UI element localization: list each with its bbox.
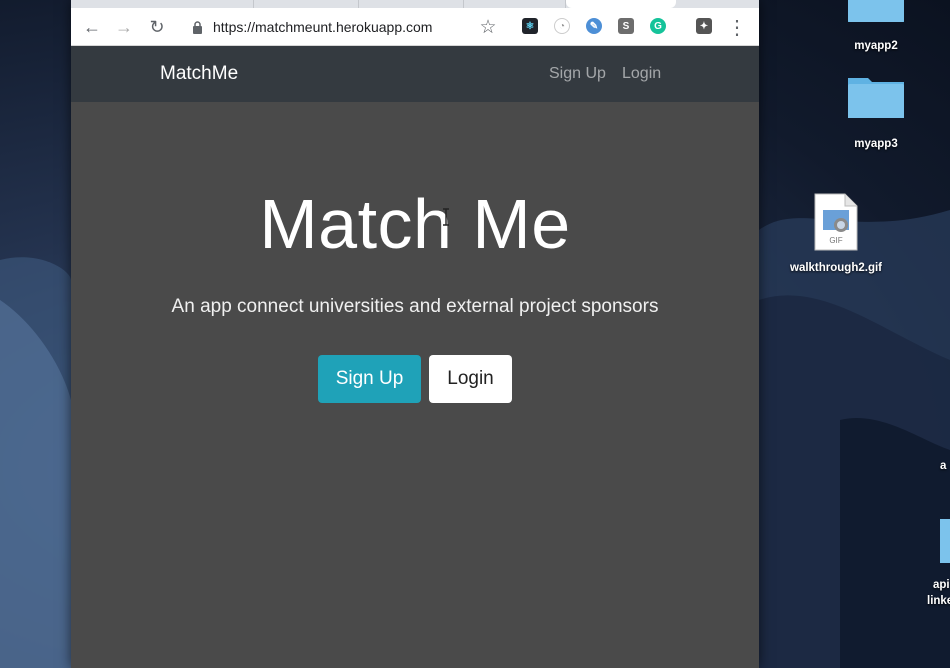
grammarly-icon[interactable]: G [650,18,666,34]
hero-title: Match Me [259,185,571,263]
nav-link-login[interactable]: Login [622,65,661,83]
login-button[interactable]: Login [429,355,512,403]
browser-tab[interactable] [464,0,566,8]
desktop-icon-partial[interactable]: a [940,460,950,472]
folder-icon [848,78,904,118]
desktop-icon-walkthrough-gif[interactable]: GIF walkthrough2.gif [782,190,890,280]
nav-link-signup[interactable]: Sign Up [549,65,606,83]
lock-icon [189,19,205,35]
desktop-icon-label: a [940,460,947,472]
site-navbar: MatchMe Sign Up Login [71,46,759,102]
back-icon[interactable]: ← [79,14,105,40]
browser-tab[interactable] [359,0,464,8]
folder-icon [940,519,950,563]
folder-icon [848,0,904,22]
browser-toolbar: ← → ↻ https://matchmeunt.herokuapp.com ☆… [71,8,759,46]
s-extension-icon[interactable]: S [618,18,634,34]
profile-extension-icon[interactable]: ✦ [696,18,712,34]
reload-icon[interactable]: ↻ [144,14,170,40]
desktop-icon-api[interactable]: api linke [925,515,950,611]
desktop-icon-label: api [933,579,950,591]
gif-badge: GIF [829,236,843,245]
browser-window: ← → ↻ https://matchmeunt.herokuapp.com ☆… [71,0,759,668]
bookmark-star-icon[interactable]: ☆ [475,14,501,40]
desktop-icon-myapp2[interactable]: myapp2 [836,0,916,56]
desktop-icon-myapp3[interactable]: myapp3 [836,72,916,156]
signup-button[interactable]: Sign Up [318,355,421,403]
text-cursor-icon [443,208,449,226]
hero-subtitle: An app connect universities and external… [171,296,659,317]
browser-tab-active[interactable] [566,0,676,8]
navbar-brand[interactable]: MatchMe [160,63,238,85]
browser-tab[interactable] [71,0,254,8]
browser-tab[interactable] [254,0,359,8]
browser-menu-icon[interactable]: ⋮ [724,14,750,40]
address-bar[interactable]: https://matchmeunt.herokuapp.com [189,16,432,38]
react-devtools-icon[interactable]: ⚛ [522,18,538,34]
tab-strip [71,0,759,8]
feather-extension-icon[interactable]: ✎ [586,18,602,34]
desktop-icon-label: walkthrough2.gif [790,262,882,274]
desktop-icon-label: linke [927,595,950,607]
forward-icon[interactable]: → [111,14,137,40]
desktop-icon-label: myapp2 [854,40,898,52]
url-text: https://matchmeunt.herokuapp.com [213,19,433,35]
clock-extension-icon[interactable]: ◔ [554,18,570,34]
desktop-icon-label: myapp3 [854,138,898,150]
